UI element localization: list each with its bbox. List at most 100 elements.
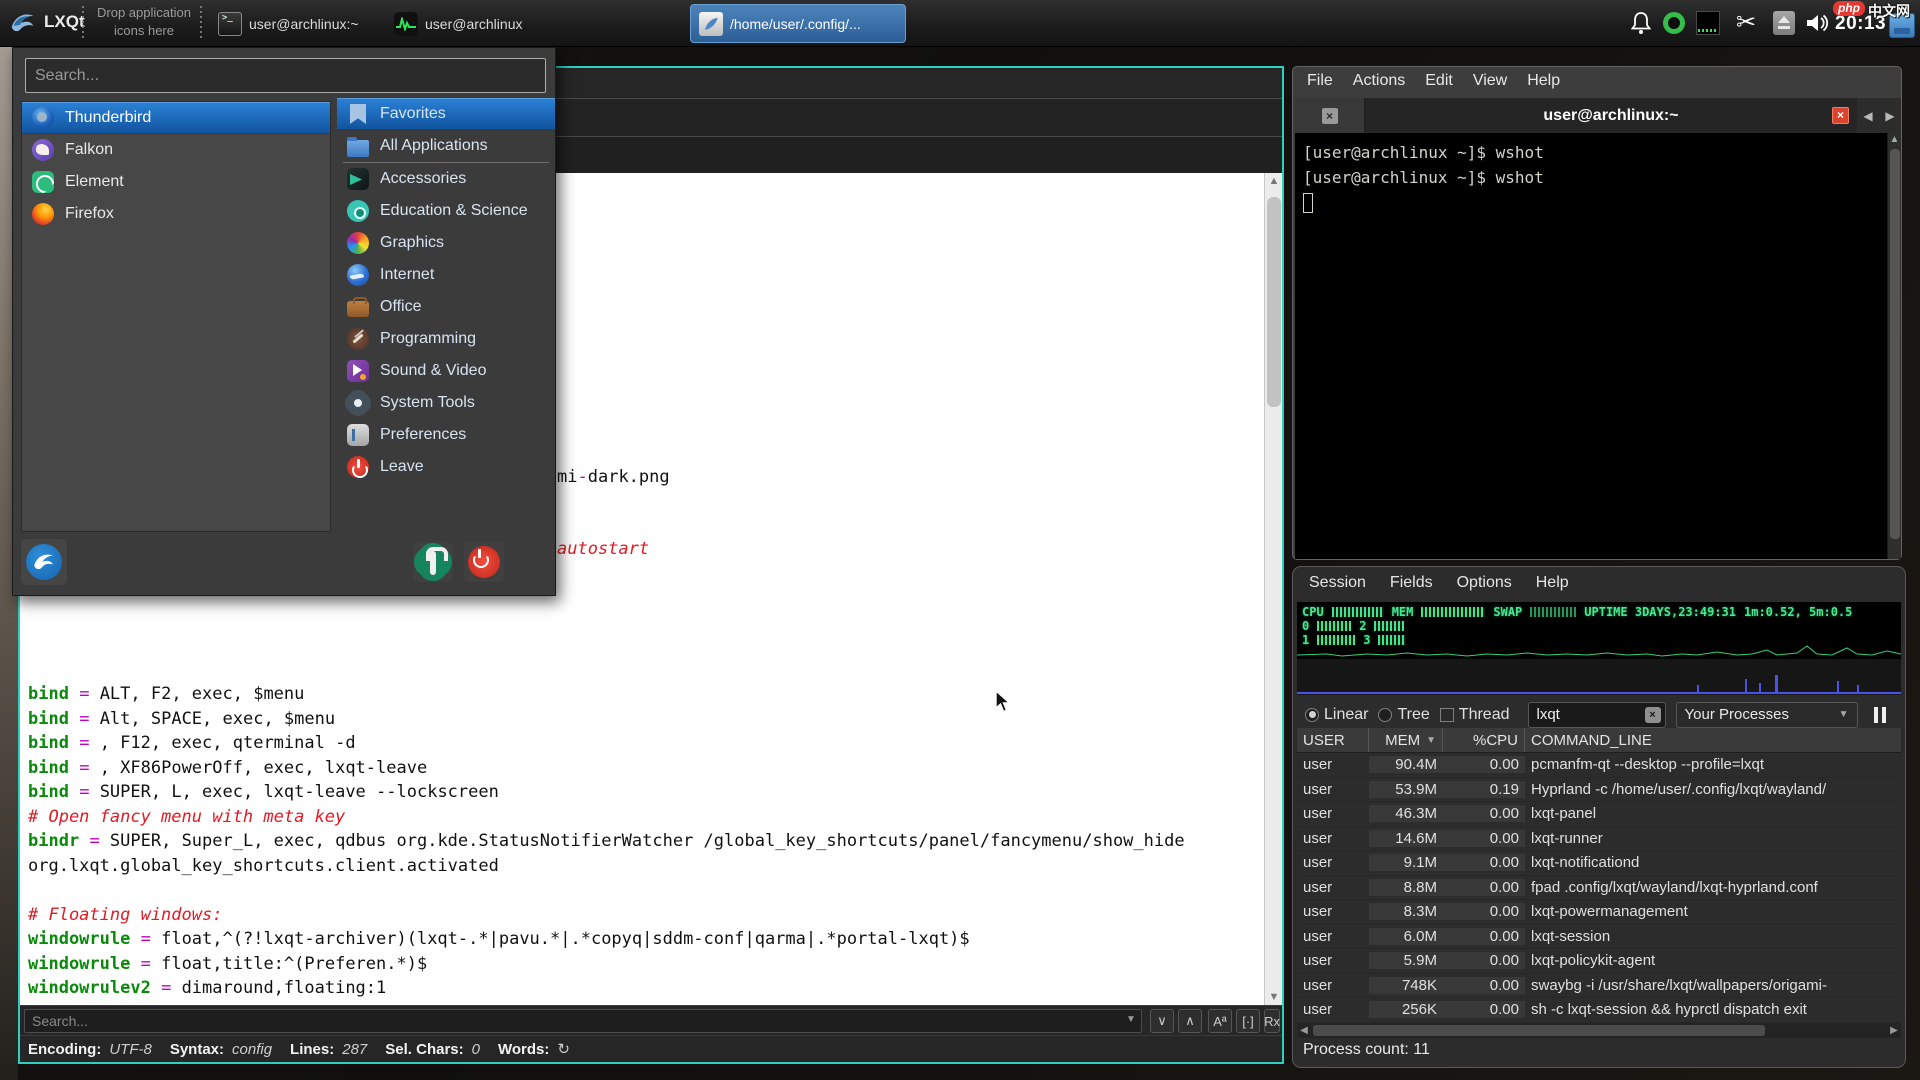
encoding-label: Encoding: (28, 1041, 101, 1058)
table-row[interactable]: user14.6M0.00lxqt-runner (1297, 827, 1901, 852)
terminal-menu-edit[interactable]: Edit (1425, 72, 1453, 90)
col-mem[interactable]: MEM▼ (1369, 728, 1443, 752)
cell-cpu: 0.00 (1443, 830, 1525, 847)
menu-item-system-tools[interactable]: System Tools (337, 387, 555, 419)
hscroll-thumb[interactable] (1313, 1025, 1765, 1036)
menu-item-programming[interactable]: Programming (337, 323, 555, 355)
menu-item-accessories[interactable]: Accessories (337, 163, 555, 195)
menu-configure-button[interactable] (413, 542, 453, 582)
menu-power-button[interactable] (464, 542, 504, 582)
volume-speaker-icon[interactable] (1804, 10, 1830, 36)
pause-button[interactable] (1874, 707, 1886, 723)
tab-scroll-right-icon[interactable]: ▶ (1879, 98, 1901, 133)
cell-cmd: fpad .config/lxqt/wayland/lxqt-hyprland.… (1525, 879, 1901, 896)
thread-checkbox[interactable]: Thread (1440, 706, 1510, 724)
panel-separator (200, 6, 202, 41)
menu-item-all-applications[interactable]: All Applications (337, 130, 555, 162)
menu-item-element[interactable]: Element (22, 166, 330, 198)
taskbar-item-featherpad[interactable]: /home/user/.config/... (690, 4, 906, 43)
menu-item-thunderbird[interactable]: Thunderbird (22, 102, 330, 134)
terminal-menu-help[interactable]: Help (1527, 72, 1560, 90)
scroll-right-icon[interactable]: ▶ (1887, 1023, 1901, 1038)
scroll-left-icon[interactable]: ◀ (1297, 1023, 1311, 1038)
monitor-menu-fields[interactable]: Fields (1390, 574, 1433, 592)
element-icon (32, 171, 54, 193)
tray-graph-icon[interactable] (1695, 10, 1721, 36)
cell-mem: 256K (1369, 1001, 1443, 1018)
tree-radio[interactable]: Tree (1378, 706, 1429, 724)
terminal-scrollbar[interactable]: ▲ (1887, 133, 1901, 559)
table-row[interactable]: user256K0.00sh -c lxqt-session && hyprct… (1297, 998, 1901, 1023)
terminal-tab-list-button[interactable]: × (1295, 98, 1365, 133)
menu-item-firefox[interactable]: Firefox (22, 198, 330, 230)
find-prev-button[interactable]: ∧ (1178, 1009, 1202, 1033)
menu-item-education-science[interactable]: Education & Science (337, 195, 555, 227)
find-input[interactable] (24, 1009, 1142, 1033)
terminal-tab[interactable]: user@archlinux:~ × (1365, 98, 1857, 133)
menu-item-falkon[interactable]: Falkon (22, 134, 330, 166)
clear-filter-icon[interactable]: × (1645, 707, 1661, 723)
regex-button[interactable]: Rx (1264, 1009, 1280, 1033)
process-scope-dropdown[interactable]: Your Processes ▼ (1676, 702, 1858, 728)
refresh-words-icon[interactable]: ↻ (557, 1040, 570, 1058)
menu-item-office[interactable]: Office (337, 291, 555, 323)
monitor-io-graph (1297, 659, 1901, 695)
menu-item-internet[interactable]: Internet (337, 259, 555, 291)
editor-scroll-thumb[interactable] (1267, 197, 1281, 407)
terminal-scroll-thumb[interactable] (1890, 149, 1900, 539)
checkbox-icon (1440, 708, 1454, 722)
terminal-console[interactable]: [user@archlinux ~]$ wshot[user@archlinux… (1295, 133, 1887, 559)
terminal-menu-file[interactable]: File (1307, 72, 1333, 90)
menu-item-leave[interactable]: Leave (337, 451, 555, 483)
encoding-value: UTF-8 (109, 1041, 152, 1058)
table-row[interactable]: user53.9M0.19Hyprland -c /home/user/.con… (1297, 778, 1901, 803)
menu-item-graphics[interactable]: Graphics (337, 227, 555, 259)
lines-value: 287 (342, 1041, 367, 1058)
sort-desc-icon: ▼ (1426, 735, 1436, 746)
editor-scrollbar[interactable]: ▲ ▼ (1264, 173, 1282, 1005)
table-row[interactable]: user46.3M0.00lxqt-panel (1297, 802, 1901, 827)
menu-item-preferences[interactable]: Preferences (337, 419, 555, 451)
monitor-menu-session[interactable]: Session (1309, 574, 1366, 592)
tab-scroll-left-icon[interactable]: ◀ (1857, 98, 1879, 133)
table-row[interactable]: user5.9M0.00lxqt-policykit-agent (1297, 949, 1901, 974)
tab-close-icon[interactable]: × (1832, 107, 1849, 124)
table-row[interactable]: user6.0M0.00lxqt-session (1297, 925, 1901, 950)
col-command[interactable]: COMMAND_LINE (1525, 728, 1901, 752)
monitor-menu-help[interactable]: Help (1536, 574, 1569, 592)
menu-about-button[interactable] (21, 539, 67, 585)
scroll-up-icon[interactable]: ▲ (1888, 133, 1901, 147)
match-case-button[interactable]: Aª (1208, 1009, 1232, 1033)
table-row[interactable]: user8.8M0.00fpad .config/lxqt/wayland/lx… (1297, 876, 1901, 901)
table-row[interactable]: user9.1M0.00lxqt-notificationd (1297, 851, 1901, 876)
whole-word-button[interactable]: [·] (1236, 1009, 1260, 1033)
col-cpu[interactable]: %CPU (1443, 728, 1525, 752)
terminal-menu-view[interactable]: View (1473, 72, 1507, 90)
table-row[interactable]: user8.3M0.00lxqt-powermanagement (1297, 900, 1901, 925)
scroll-down-icon[interactable]: ▼ (1265, 989, 1283, 1005)
panel-logo-label[interactable]: LXQt (44, 12, 85, 32)
table-row[interactable]: user90.4M0.00pcmanfm-qt --desktop --prof… (1297, 753, 1901, 778)
clipboard-scissors-icon[interactable]: ✂ (1733, 10, 1759, 36)
menu-item-sound-video[interactable]: Sound & Video (337, 355, 555, 387)
removable-media-eject-icon[interactable] (1771, 10, 1797, 36)
taskbar-item-monitor[interactable]: user@archlinux (386, 4, 520, 43)
linear-radio[interactable]: Linear (1305, 706, 1368, 724)
menu-search-input[interactable] (25, 58, 546, 93)
monitor-menu-options[interactable]: Options (1457, 574, 1512, 592)
code-line: bindr = SUPER, Super_L, exec, qdbus org.… (28, 829, 1185, 854)
taskbar-item-terminal[interactable]: >_ user@archlinux:~ (210, 4, 356, 43)
terminal-menu-actions[interactable]: Actions (1353, 72, 1405, 90)
menu-item-favorites[interactable]: Favorites (337, 98, 555, 130)
table-row[interactable]: user748K0.00swaybg -i /usr/share/lxqt/wa… (1297, 974, 1901, 999)
col-user[interactable]: USER (1297, 728, 1369, 752)
lxqt-menu-button[interactable] (6, 6, 40, 40)
notifications-bell-icon[interactable] (1628, 10, 1654, 36)
menu-favorites-list: ThunderbirdFalkonElementFirefox (21, 101, 331, 532)
find-history-dropdown-icon[interactable]: ▼ (1126, 1014, 1136, 1025)
scroll-up-icon[interactable]: ▲ (1265, 173, 1283, 189)
tray-ring-icon[interactable] (1661, 10, 1687, 36)
internet-icon (347, 264, 369, 286)
monitor-hscrollbar[interactable]: ◀ ▶ (1297, 1023, 1901, 1038)
find-next-button[interactable]: ∨ (1150, 1009, 1174, 1033)
